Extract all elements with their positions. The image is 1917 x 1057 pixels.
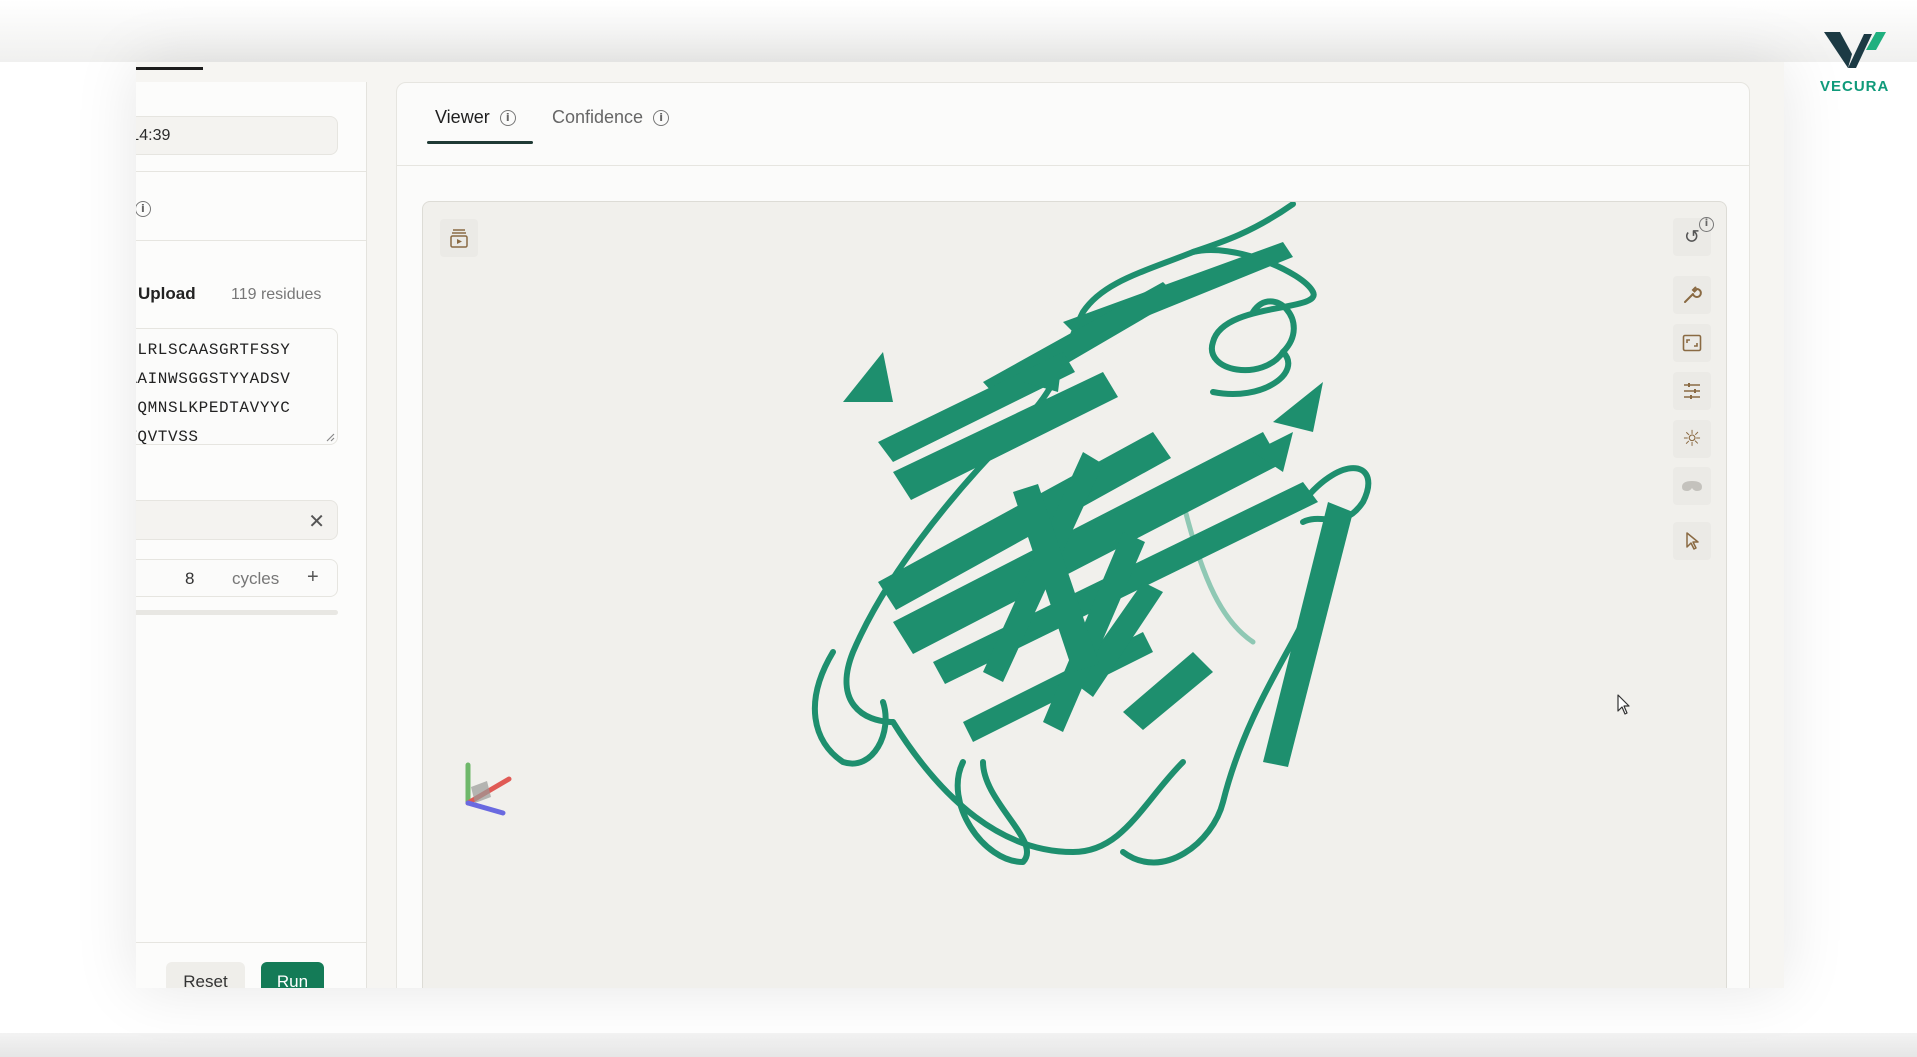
divider [397, 165, 1749, 166]
info-icon[interactable]: i [499, 109, 516, 126]
run-button[interactable]: Run [261, 962, 324, 988]
protein-structure[interactable] [423, 202, 1726, 988]
input-panel: g 14:39 d i Upload 119 residues GSLRLSCA… [136, 82, 367, 988]
structure-viewer[interactable]: ↺ i ☼ [422, 201, 1727, 988]
increment-button[interactable]: + [307, 566, 319, 589]
tab-viewer[interactable]: Viewer i [435, 107, 516, 128]
residue-count: 119 residues [231, 286, 322, 303]
active-tab-indicator [427, 141, 533, 144]
resize-handle-icon[interactable] [325, 432, 335, 442]
app-window: g 14:39 d i Upload 119 residues GSLRLSCA… [136, 62, 1784, 988]
reset-label: Reset [183, 972, 228, 988]
brand-name: VECURA [1820, 78, 1890, 95]
divider [136, 942, 366, 943]
progress-track [136, 610, 338, 615]
run-label: Run [276, 972, 309, 988]
cycles-unit: cycles [232, 569, 280, 588]
top-haze [0, 0, 1917, 62]
sequence-line: YLQMNSLKPEDTAVYYC [136, 399, 291, 417]
divider [136, 171, 366, 172]
job-name-field[interactable]: g 14:39 [136, 116, 338, 155]
info-icon[interactable]: i [136, 201, 151, 217]
results-panel: Viewer i Confidence i ↺ i ☼ [396, 82, 1750, 988]
sequence-line: VAAINWSGGSTYYADSV [136, 370, 291, 388]
cycles-value: 8 [185, 569, 195, 588]
vecura-logo-icon [1824, 32, 1886, 68]
job-name-value: g 14:39 [136, 127, 171, 144]
clear-icon[interactable]: ✕ [308, 509, 325, 533]
upload-button[interactable]: Upload [136, 284, 196, 304]
reset-button[interactable]: Reset [166, 962, 245, 988]
axes-gizmo-icon [465, 762, 512, 816]
cycles-stepper[interactable]: − 8 cycles + [136, 559, 338, 597]
template-field[interactable]: ✕ [136, 500, 338, 540]
section-row: d i [136, 200, 151, 218]
tab-confidence[interactable]: Confidence i [552, 107, 670, 128]
sequence-line: GSLRLSCAASGRTFSSY [136, 341, 291, 359]
bottom-band [0, 1033, 1917, 1057]
info-icon[interactable]: i [653, 109, 670, 126]
sequence-line: GTQVTVSS [136, 428, 199, 446]
divider [136, 240, 366, 241]
sequence-textarea[interactable]: GSLRLSCAASGRTFSSY VAAINWSGGSTYYADSV YLQM… [136, 328, 338, 446]
tab-label: Confidence [552, 107, 644, 127]
active-nav-underline [136, 67, 203, 70]
mouse-cursor-icon [1617, 694, 1630, 715]
tab-label: Viewer [435, 107, 490, 127]
upload-label: Upload [138, 284, 196, 303]
